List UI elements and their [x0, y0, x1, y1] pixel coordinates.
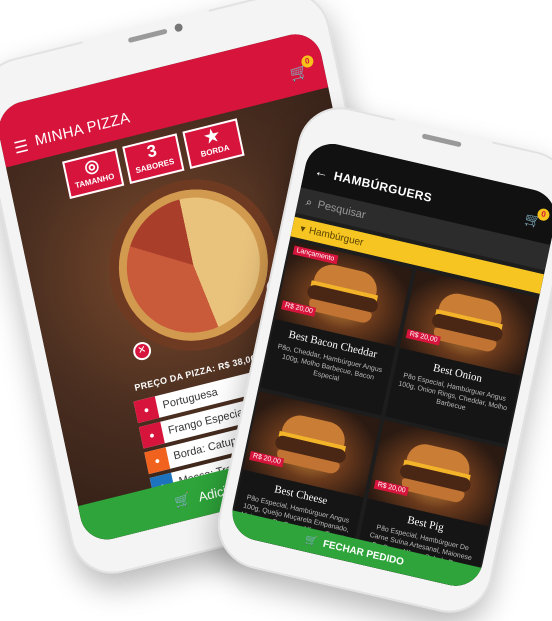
cart-badge: 0 — [536, 207, 551, 222]
search-icon: ⌕ — [304, 195, 314, 209]
category-label: Hambúrguer — [307, 224, 365, 249]
camera — [173, 22, 184, 33]
product-card[interactable]: R$ 20,00 Best Onion Pão Especial, Hambúr… — [385, 269, 538, 445]
cart-icon[interactable]: 🛒 0 — [288, 54, 315, 84]
cart-icon[interactable]: 🛒 0 — [523, 207, 551, 230]
back-arrow-icon[interactable]: ← — [313, 162, 330, 181]
cart-icon: 🛒 — [173, 490, 193, 510]
search-placeholder: Pesquisar — [316, 198, 367, 222]
phone-notch — [390, 118, 493, 163]
hamburger-menu-icon[interactable]: ☰ — [12, 136, 30, 159]
speaker — [421, 133, 462, 148]
cart-badge: 0 — [300, 54, 315, 69]
cart-icon: 🛒 — [303, 533, 319, 548]
speaker — [127, 28, 168, 44]
chevron-down-icon: ▾ — [299, 222, 307, 235]
product-card[interactable]: Lançamento R$ 20,00 Best Bacon Cheddar P… — [260, 240, 413, 416]
